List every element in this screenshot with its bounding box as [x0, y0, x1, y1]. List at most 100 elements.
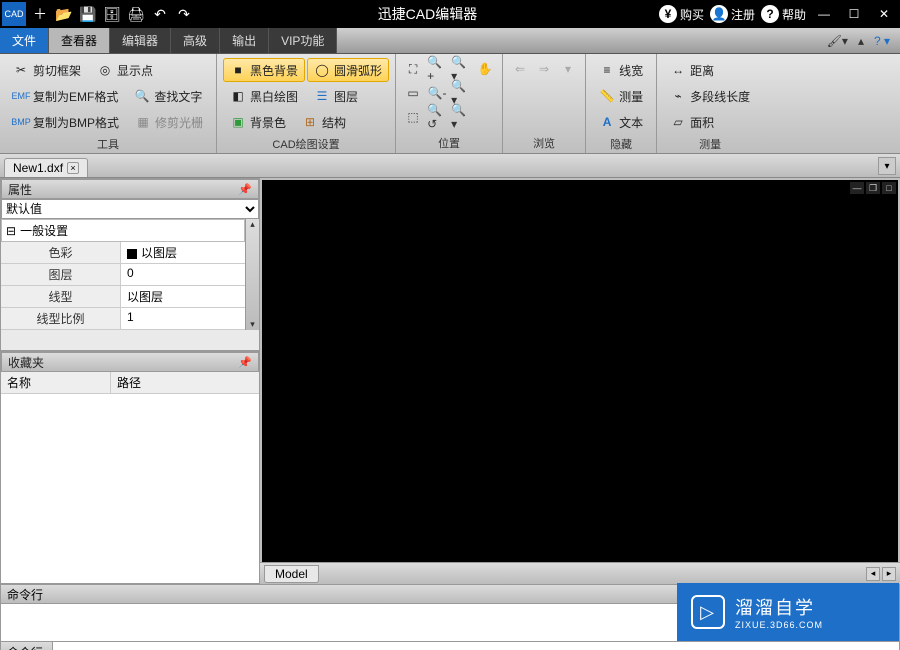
- area-button[interactable]: ▱面积: [663, 110, 757, 134]
- text-button[interactable]: A文本: [592, 110, 650, 134]
- print-icon[interactable]: 🖨: [125, 3, 147, 25]
- help-button[interactable]: ?帮助: [761, 5, 806, 23]
- favorites-header: 收藏夹 📌: [1, 352, 259, 372]
- maximize-button[interactable]: ☐: [842, 4, 866, 24]
- left-panels: 属性 📌 默认值 ⊟一般设置 色彩以图层 图层0 线型以图层 线型比例1 ▴▾: [0, 178, 260, 584]
- saveall-icon[interactable]: 🗄: [101, 3, 123, 25]
- prop-row[interactable]: 色彩以图层: [1, 242, 245, 264]
- zoom-in-icon[interactable]: 🔍+: [426, 58, 448, 80]
- favorites-col-path[interactable]: 路径: [111, 372, 147, 393]
- ribbon-group-browse: ⇐ ⇒ ▾ 浏览: [503, 54, 586, 153]
- play-icon: ▷: [691, 595, 725, 629]
- help-icon: ?: [761, 5, 779, 23]
- layers-button[interactable]: ☰图层: [307, 84, 365, 108]
- distance-button[interactable]: ↔距离: [663, 58, 757, 82]
- layout-prev-icon[interactable]: ◂: [866, 567, 880, 581]
- commandline-history[interactable]: ▷ 溜溜自学 ZIXUE.3D66.COM: [0, 604, 900, 642]
- distance-icon: ↔: [670, 62, 686, 78]
- ribbon-group-measure: ↔距离 ⌁多段线长度 ▱面积 测量: [657, 54, 763, 153]
- buy-button[interactable]: ¥购买: [659, 5, 704, 23]
- fit-icon[interactable]: ⛶: [402, 58, 424, 80]
- grid-icon: ▦: [135, 114, 151, 130]
- prop-row[interactable]: 线型比例1: [1, 308, 245, 330]
- bg-color-button[interactable]: ▣背景色: [223, 110, 293, 134]
- canvas-wrap: — ❐ □ Model ◂ ▸: [260, 178, 900, 584]
- measure-button[interactable]: 📏测量: [592, 84, 650, 108]
- tab-overflow-icon[interactable]: ▾: [878, 157, 896, 175]
- undo-icon[interactable]: ↶: [149, 3, 171, 25]
- copy-emf-button[interactable]: EMF复制为EMF格式: [6, 84, 125, 108]
- pin-icon[interactable]: 📌: [238, 356, 252, 369]
- structure-button[interactable]: ⊞结构: [295, 110, 353, 134]
- tab-output[interactable]: 输出: [220, 28, 269, 53]
- pin-icon[interactable]: 📌: [238, 183, 252, 196]
- group-label-browse: 浏览: [509, 133, 579, 151]
- linewidth-button[interactable]: ≡线宽: [592, 58, 650, 82]
- clip-frame-button[interactable]: ✂剪切框架: [6, 58, 88, 82]
- linewidth-icon: ≡: [599, 62, 615, 78]
- tab-viewer[interactable]: 查看器: [49, 28, 110, 53]
- properties-category[interactable]: ⊟一般设置: [1, 219, 245, 242]
- zoom-dropdown-icon[interactable]: 🔍▾: [450, 58, 472, 80]
- canvas-max-icon[interactable]: □: [882, 182, 896, 194]
- properties-filter-select[interactable]: 默认值: [1, 199, 259, 219]
- find-text-button[interactable]: 🔍查找文字: [127, 84, 209, 108]
- text-icon: A: [599, 114, 615, 130]
- document-tab[interactable]: New1.dxf ×: [4, 158, 88, 177]
- prop-row[interactable]: 图层0: [1, 264, 245, 286]
- pan-icon[interactable]: ✋: [474, 58, 496, 80]
- close-button[interactable]: ✕: [872, 4, 896, 24]
- bw-drawing-button[interactable]: ◧黑白绘图: [223, 84, 305, 108]
- zoom-dropdown3-icon[interactable]: 🔍▾: [450, 106, 472, 128]
- properties-scrollbar[interactable]: ▴▾: [245, 219, 259, 330]
- trim-raster-button: ▦修剪光栅: [128, 110, 210, 134]
- minimize-button[interactable]: —: [812, 4, 836, 24]
- canvas-min-icon[interactable]: —: [850, 182, 864, 194]
- scissors-icon: ✂: [13, 62, 29, 78]
- extents-icon[interactable]: ⬚: [402, 106, 424, 128]
- canvas-restore-icon[interactable]: ❐: [866, 182, 880, 194]
- emf-icon: EMF: [13, 88, 29, 104]
- ribbon-group-tools: ✂剪切框架 ◎显示点 EMF复制为EMF格式 🔍查找文字 BMP复制为BMP格式…: [0, 54, 217, 153]
- favorites-col-name[interactable]: 名称: [1, 372, 111, 393]
- style-dropdown-icon[interactable]: 🖌▾: [827, 34, 848, 48]
- search-icon: 🔍: [134, 88, 150, 104]
- properties-grid: ⊟一般设置 色彩以图层 图层0 线型以图层 线型比例1: [1, 219, 245, 330]
- app-logo: CAD: [2, 2, 26, 26]
- prop-row[interactable]: 线型以图层: [1, 286, 245, 308]
- tab-advanced[interactable]: 高级: [171, 28, 220, 53]
- tab-editor[interactable]: 编辑器: [110, 28, 171, 53]
- zoom-out-icon[interactable]: 🔍-: [426, 82, 448, 104]
- tab-vip[interactable]: VIP功能: [269, 28, 337, 53]
- register-button[interactable]: 👤注册: [710, 5, 755, 23]
- redo-icon[interactable]: ↷: [173, 3, 195, 25]
- help-dropdown-icon[interactable]: ? ▾: [874, 34, 890, 48]
- zoom-reset-icon[interactable]: 🔍↺: [426, 106, 448, 128]
- area-icon: ▱: [670, 114, 686, 130]
- ribbon: ✂剪切框架 ◎显示点 EMF复制为EMF格式 🔍查找文字 BMP复制为BMP格式…: [0, 54, 900, 154]
- polyline-length-button[interactable]: ⌁多段线长度: [663, 84, 757, 108]
- drawing-canvas[interactable]: — ❐ □: [262, 180, 898, 562]
- window-icon[interactable]: ▭: [402, 82, 424, 104]
- new-icon[interactable]: ＋: [29, 3, 51, 25]
- show-points-button[interactable]: ◎显示点: [90, 58, 160, 82]
- zoom-dropdown2-icon[interactable]: 🔍▾: [450, 82, 472, 104]
- smooth-arc-button[interactable]: ◯圆滑弧形: [307, 58, 389, 82]
- collapse-icon[interactable]: ⊟: [6, 224, 16, 238]
- commandline-input-row: 命令行:: [0, 642, 900, 650]
- tab-file[interactable]: 文件: [0, 28, 49, 53]
- browse-dropdown-icon: ▾: [557, 58, 579, 80]
- up-arrow-icon[interactable]: ▴: [858, 34, 864, 48]
- black-bg-button[interactable]: ■黑色背景: [223, 58, 305, 82]
- group-label-position: 位置: [402, 133, 496, 151]
- layout-next-icon[interactable]: ▸: [882, 567, 896, 581]
- close-tab-icon[interactable]: ×: [67, 162, 79, 174]
- copy-bmp-button[interactable]: BMP复制为BMP格式: [6, 110, 126, 134]
- model-tab[interactable]: Model: [264, 565, 319, 583]
- bmp-icon: BMP: [13, 114, 29, 130]
- prev-icon: ⇐: [509, 58, 531, 80]
- favorites-list[interactable]: [1, 394, 259, 583]
- save-icon[interactable]: 💾: [77, 3, 99, 25]
- commandline-input[interactable]: [53, 642, 899, 650]
- open-icon[interactable]: 📂: [53, 3, 75, 25]
